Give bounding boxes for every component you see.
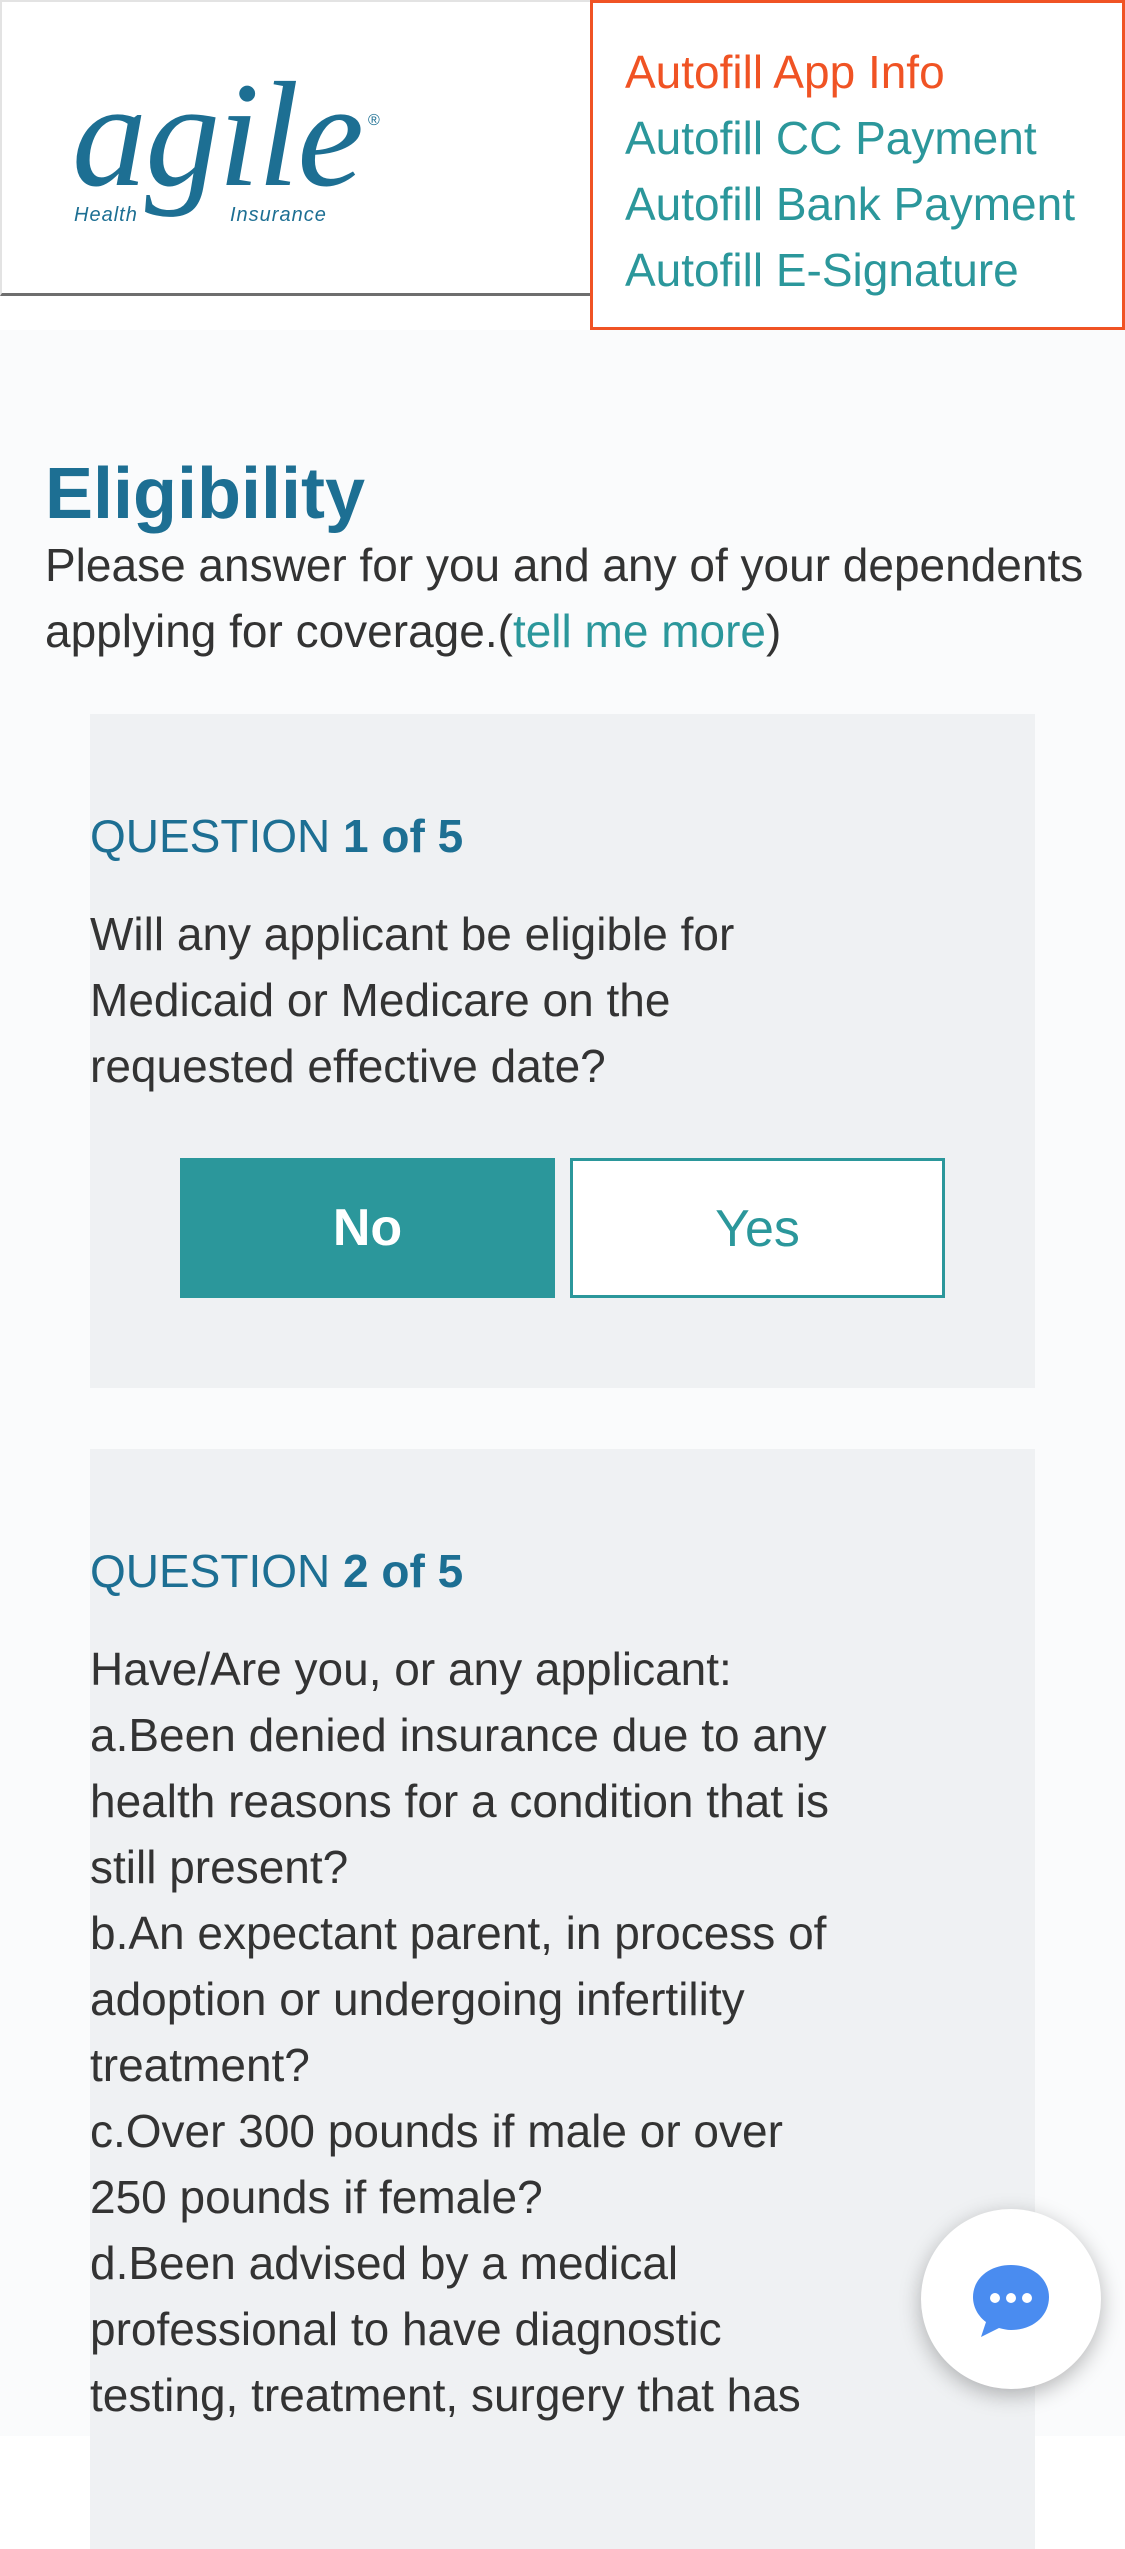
tell-me-more-link[interactable]: tell me more bbox=[513, 605, 766, 657]
question-2-line: d.Been advised by a medical professional… bbox=[90, 2237, 801, 2421]
autofill-e-signature-link[interactable]: Autofill E-Signature bbox=[625, 237, 1122, 303]
question-2-line: b.An expectant parent, in process of ado… bbox=[90, 1907, 827, 2091]
autofill-bank-payment-link[interactable]: Autofill Bank Payment bbox=[625, 171, 1122, 237]
question-1-text: Will any applicant be eligible for Medic… bbox=[90, 908, 735, 1092]
question-label-prefix: QUESTION bbox=[90, 1545, 344, 1597]
logo-tagline-health: Health bbox=[74, 204, 138, 226]
agile-logo[interactable]: agile ® Health Insurance bbox=[72, 60, 402, 240]
question-2-text: Have/Are you, or any applicant: a.Been d… bbox=[90, 1636, 870, 2428]
question-number: 2 of 5 bbox=[343, 1545, 464, 1597]
chat-bubble-icon bbox=[973, 2265, 1049, 2337]
question-2-label: QUESTION 2 of 5 bbox=[90, 1541, 463, 1601]
logo-tagline-insurance: Insurance bbox=[230, 204, 327, 226]
autofill-cc-payment-link[interactable]: Autofill CC Payment bbox=[625, 105, 1122, 171]
question-2-line: a.Been denied insurance due to any healt… bbox=[90, 1709, 830, 1893]
question-label-prefix: QUESTION bbox=[90, 810, 344, 862]
registered-mark: ® bbox=[368, 112, 380, 129]
logo-wordmark: agile bbox=[72, 52, 364, 218]
answer-yes-button[interactable]: Yes bbox=[570, 1158, 945, 1298]
eligibility-intro: Please answer for you and any of your de… bbox=[45, 532, 1105, 664]
answer-no-button[interactable]: No bbox=[180, 1158, 555, 1298]
intro-close: ) bbox=[766, 605, 782, 657]
header: agile ® Health Insurance Autofill App In… bbox=[0, 0, 1125, 330]
logo-container: agile ® Health Insurance bbox=[0, 0, 592, 296]
page-title: Eligibility bbox=[45, 454, 366, 534]
question-number: 1 of 5 bbox=[343, 810, 464, 862]
question-2-line: c.Over 300 pounds if male or over 250 po… bbox=[90, 2105, 783, 2223]
chat-button[interactable] bbox=[921, 2209, 1101, 2389]
autofill-app-info-link[interactable]: Autofill App Info bbox=[625, 39, 1122, 105]
autofill-panel: Autofill App Info Autofill CC Payment Au… bbox=[590, 0, 1125, 330]
question-2-line: Have/Are you, or any applicant: bbox=[90, 1643, 732, 1695]
question-1-label: QUESTION 1 of 5 bbox=[90, 806, 463, 866]
